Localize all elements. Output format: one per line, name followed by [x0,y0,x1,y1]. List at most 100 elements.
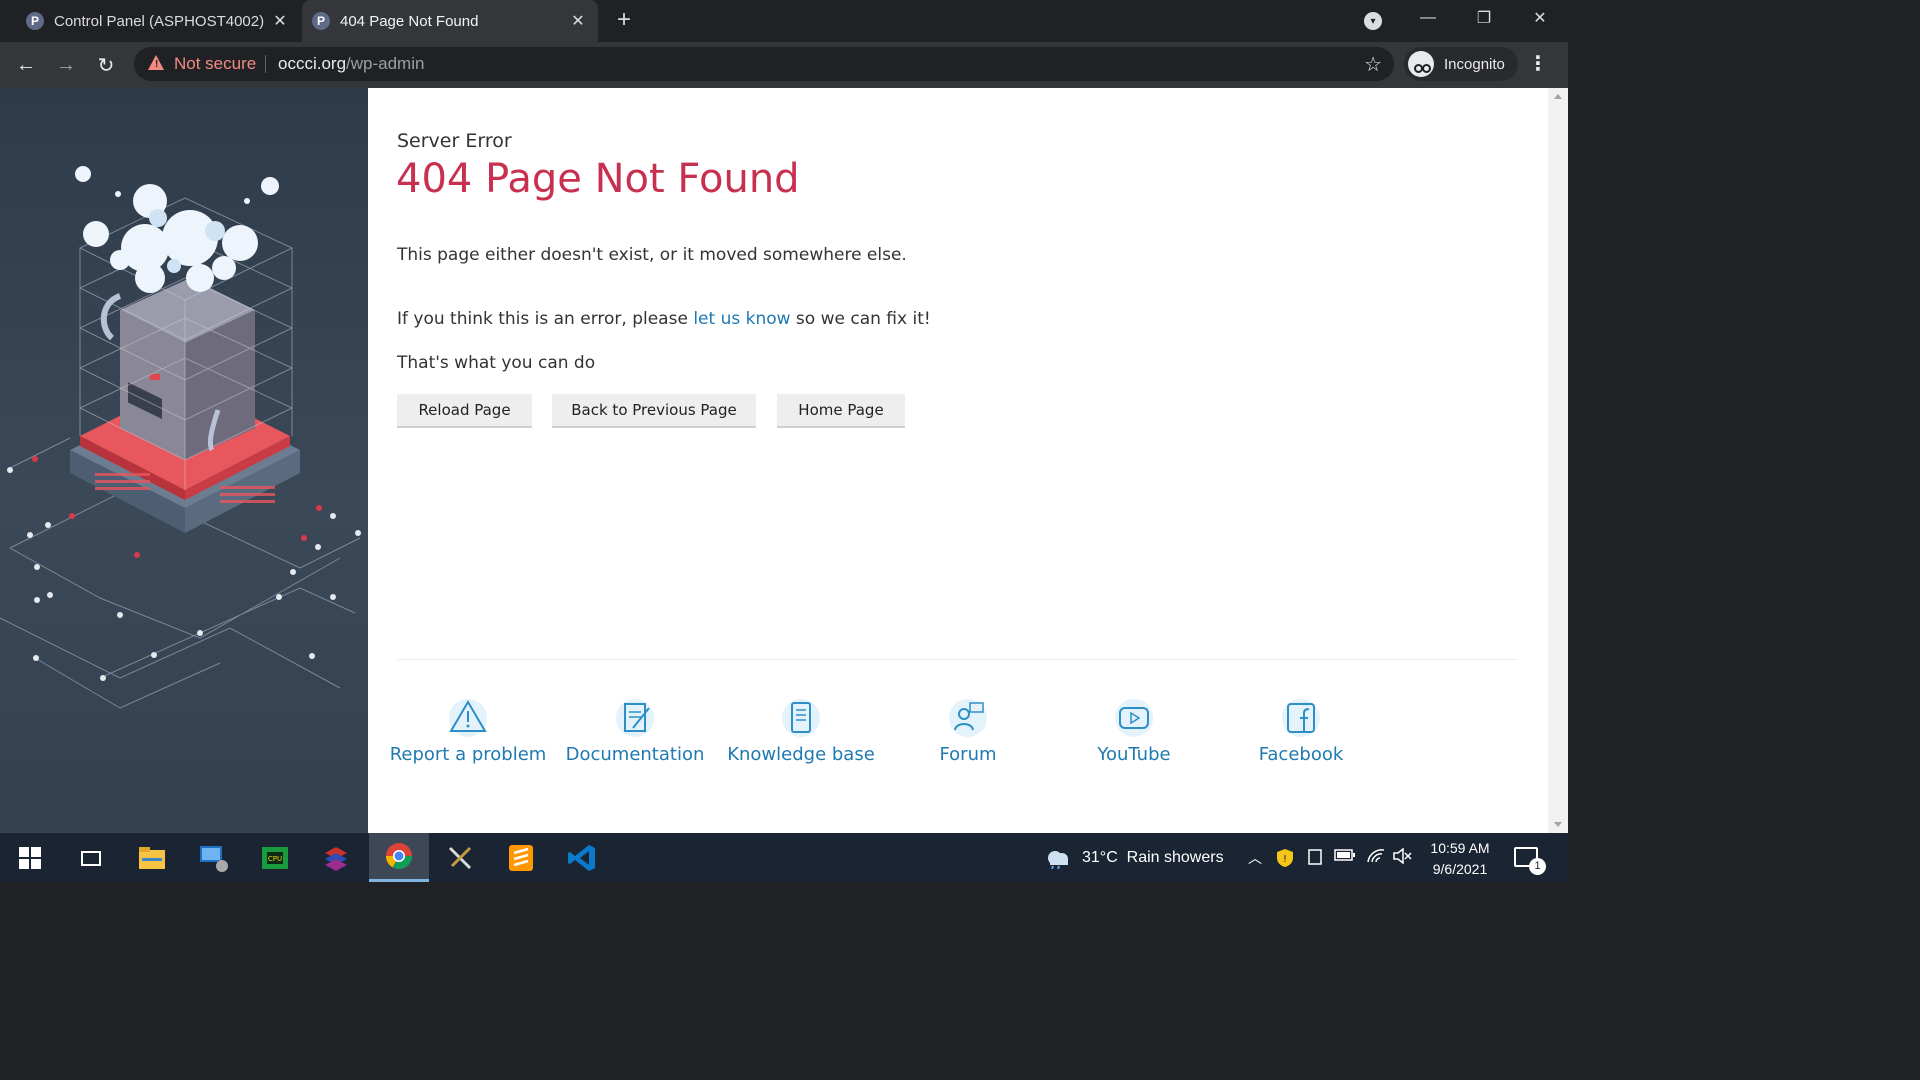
tab-strip: P Control Panel (ASPHOST4002) ✕ P 404 Pa… [0,0,1568,42]
start-button[interactable] [0,833,60,882]
server-illustration-art [0,166,361,709]
tab-favicon: P [312,12,330,30]
clock-time: 10:59 AM [1430,840,1490,856]
warning-icon[interactable]: ! [148,55,164,70]
scroll-up-arrow-icon[interactable] [1554,94,1562,99]
forum-users-icon [948,698,988,738]
address-separator [265,55,266,73]
notification-center-icon[interactable]: 1 [1514,847,1546,875]
chrome-button[interactable] [369,833,429,882]
book-icon [781,698,821,738]
home-page-button[interactable]: Home Page [777,394,905,428]
system-clock[interactable]: 10:59 AM 9/6/2021 [1418,838,1502,880]
security-status[interactable]: Not secure [174,54,256,74]
document-edit-icon [615,698,655,738]
youtube-play-icon [1114,698,1154,738]
tab-favicon: P [26,12,44,30]
tab-title: Control Panel (ASPHOST4002) [54,12,265,30]
let-us-know-link[interactable]: let us know [693,309,790,329]
back-button[interactable]: ← [12,51,40,79]
scroll-down-arrow-icon[interactable] [1554,822,1562,827]
remote-desktop-button[interactable] [184,833,244,882]
layers-icon [325,846,347,871]
back-to-previous-page-button[interactable]: Back to Previous Page [552,394,756,428]
bookmark-star-icon[interactable]: ☆ [1364,52,1382,77]
security-shield-icon[interactable]: ! [1276,848,1294,871]
weather-temperature: 31°C [1082,849,1118,866]
new-tab-button[interactable]: + [612,8,636,33]
layers-app-button[interactable] [306,833,366,882]
tab-close-icon[interactable]: ✕ [566,9,590,33]
task-view-icon [81,850,101,866]
reload-page-button[interactable]: Reload Page [397,394,532,428]
weather-widget[interactable]: 31°C Rain showers [1044,847,1224,869]
tab-search-icon[interactable]: ▾ [1364,12,1382,30]
svg-text:!: ! [1283,854,1287,865]
error-report-text: If you think this is an error, please le… [397,309,931,329]
footer-link-label: Report a problem [389,744,547,765]
remote-desktop-icon [200,845,228,872]
footer-link-label: Knowledge base [727,744,875,765]
address-bar[interactable]: ! Not secure occci.org/wp-admin ☆ [134,47,1394,81]
rain-cloud-icon [1048,851,1068,869]
clock-date: 9/6/2021 [1432,861,1488,877]
error-report-suffix: so we can fix it! [790,309,931,329]
server-illustration [0,88,368,833]
url-path: /wp-admin [346,54,425,73]
sublime-text-icon [509,844,533,871]
actions-heading: That's what you can do [397,353,596,373]
warning-icon [448,698,488,738]
cpu-z-button[interactable]: CPU [245,833,305,882]
forward-button[interactable]: → [52,51,80,79]
error-message: This page either doesn't exist, or it mo… [397,245,907,265]
windows-taskbar: CPU 31°C Rain showers ︿ ! 10:59 AM 9/6/2… [0,833,1568,882]
tools-app-button[interactable] [430,833,490,882]
battery-icon[interactable] [1334,848,1356,865]
footer-link-label: Documentation [565,744,705,765]
cpu-chip-icon: CPU [262,846,288,869]
weather-condition: Rain showers [1126,849,1224,866]
device-icon[interactable] [1306,848,1324,869]
tab-close-icon[interactable]: ✕ [268,9,292,33]
incognito-badge[interactable]: Incognito [1404,47,1518,81]
windows-logo-icon [19,846,41,869]
page-scrollbar[interactable] [1548,88,1568,833]
sublime-text-button[interactable] [491,833,551,882]
minimize-button[interactable]: — [1400,0,1456,36]
error-content: Server Error 404 Page Not Found This pag… [368,88,1548,833]
facebook-icon [1281,698,1321,738]
tab-title: 404 Page Not Found [340,12,479,30]
error-category: Server Error [397,130,512,152]
incognito-label: Incognito [1444,55,1505,73]
footer-link-label: YouTube [1097,744,1171,765]
footer-link-label: Forum [939,744,997,765]
url-host: occci.org [278,54,347,73]
volume-muted-icon[interactable] [1392,847,1412,867]
show-hidden-icons-chevron-icon[interactable]: ︿ [1248,848,1262,868]
tools-icon [448,846,472,869]
notification-count-badge: 1 [1529,858,1546,875]
url-text[interactable]: occci.org/wp-admin [278,54,424,74]
error-report-prefix: If you think this is an error, please [397,309,694,329]
knowledge-base-link[interactable]: Knowledge base [721,698,881,765]
tab-control-panel[interactable]: P Control Panel (ASPHOST4002) ✕ [16,0,300,42]
forum-link[interactable]: Forum [888,698,1048,765]
restore-button[interactable]: ❐ [1456,0,1512,36]
task-view-button[interactable] [61,833,121,882]
folder-icon [139,846,165,869]
page-title: 404 Page Not Found [396,156,800,202]
youtube-link[interactable]: YouTube [1054,698,1214,765]
vscode-button[interactable] [552,833,612,882]
page-viewport: Server Error 404 Page Not Found This pag… [0,88,1568,833]
report-problem-link[interactable]: Report a problem [388,698,548,765]
reload-button[interactable]: ↻ [92,51,120,79]
facebook-link[interactable]: Facebook [1221,698,1381,765]
close-window-button[interactable]: ✕ [1512,0,1568,36]
footer-link-label: Facebook [1258,744,1344,765]
incognito-icon [1408,51,1434,77]
file-explorer-button[interactable] [122,833,182,882]
browser-menu-icon[interactable]: ⋮ [1528,52,1548,76]
tab-404-page[interactable]: P 404 Page Not Found ✕ [302,0,598,42]
wifi-icon[interactable] [1366,848,1386,867]
documentation-link[interactable]: Documentation [555,698,715,765]
